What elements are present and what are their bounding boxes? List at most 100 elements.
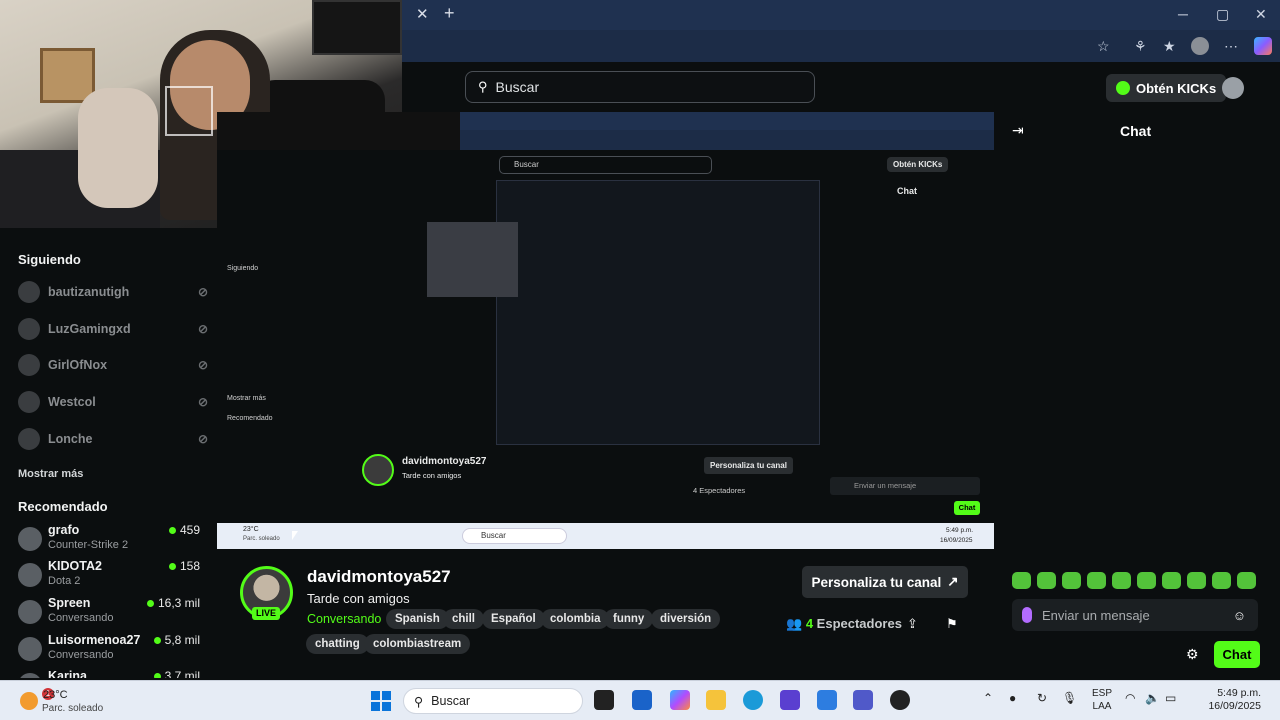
tab-close-icon[interactable]: ✕ (416, 5, 429, 23)
stream-message-box: Enviar un mensaje (830, 477, 980, 495)
edge-dev-icon[interactable] (780, 690, 800, 710)
viewer-count: 459 (169, 523, 200, 537)
recommended-heading: Recomendado (18, 499, 108, 514)
emote[interactable] (1237, 572, 1256, 589)
copilot-app-icon[interactable] (670, 690, 690, 710)
show-more-link[interactable]: Mostrar más (18, 468, 83, 480)
tag-chip[interactable]: chatting (306, 634, 369, 654)
clock-time: 5:49 p.m. (1217, 687, 1261, 699)
nested-webcam (427, 222, 518, 297)
tag-chip[interactable]: colombia (541, 609, 610, 629)
recommended-item[interactable]: Karina 3,7 mil (18, 669, 208, 678)
following-item[interactable]: LuzGamingxd ⊘ (18, 316, 208, 342)
emote[interactable] (1162, 572, 1181, 589)
emote[interactable] (1112, 572, 1131, 589)
stream-taskbar-search: Buscar (462, 528, 567, 544)
extensions-icon[interactable]: ⚘ (1134, 38, 1147, 55)
following-item[interactable]: Westcol ⊘ (18, 389, 208, 415)
battery-icon[interactable]: ▭ (1165, 691, 1176, 705)
channel-category: Conversando (48, 612, 114, 624)
emote[interactable] (1212, 572, 1231, 589)
emote[interactable] (1062, 572, 1081, 589)
copilot-icon[interactable] (1254, 37, 1272, 55)
language-indicator[interactable]: ESP LAA (1091, 687, 1113, 713)
search-input[interactable]: Buscar (496, 79, 540, 95)
chat-settings-gear-icon[interactable]: ⚙ (1186, 646, 1199, 663)
favorites-icon[interactable]: ★ (1163, 38, 1176, 55)
channel-name: Luisormenoa27 (48, 633, 141, 647)
recommended-item[interactable]: grafo Counter-Strike 2 459 (18, 523, 208, 557)
chat-message-input[interactable]: Enviar un mensaje ☺ (1012, 599, 1258, 631)
favorite-star-icon[interactable]: ☆ (1097, 38, 1110, 55)
avatar (18, 391, 40, 413)
file-explorer-icon[interactable] (706, 690, 726, 710)
microphone-icon[interactable] (1022, 607, 1032, 623)
emote[interactable] (1187, 572, 1206, 589)
tag-chip[interactable]: Español (482, 609, 545, 629)
recommended-item[interactable]: KIDOTA2 Dota 2 158 (18, 559, 208, 593)
tag-chip[interactable]: colombiastream (364, 634, 471, 654)
store-icon[interactable] (632, 690, 652, 710)
following-item[interactable]: bautizanutigh ⊘ (18, 279, 208, 305)
channel-name[interactable]: davidmontoya527 (307, 567, 451, 587)
more-menu-icon[interactable]: ⋯ (1224, 38, 1238, 55)
profile-avatar[interactable] (1191, 37, 1209, 55)
following-item[interactable]: Lonche ⊘ (18, 426, 208, 452)
tag-chip[interactable]: Spanish (386, 609, 449, 629)
video-player[interactable]: Buscar Obtén KICKs Chat Siguiendo Mostra… (217, 112, 994, 549)
get-kicks-button[interactable]: Obtén KICKs (1106, 74, 1227, 102)
stream-clock-time: 5:49 p.m. (946, 527, 974, 534)
emote[interactable] (1137, 572, 1156, 589)
volume-icon[interactable]: 🔈 (1145, 691, 1160, 705)
todo-icon[interactable] (817, 690, 837, 710)
following-item[interactable]: GirlOfNox ⊘ (18, 352, 208, 378)
task-view-icon[interactable] (594, 690, 614, 710)
tag-chip[interactable]: chill (443, 609, 485, 629)
new-tab-button[interactable]: + (444, 3, 455, 24)
channel-category: Counter-Strike 2 (48, 539, 129, 551)
stream-kicks-button: Obtén KICKs (887, 157, 949, 172)
weather-widget[interactable]: 1 23°C Parc. soleado (14, 686, 154, 716)
collapse-chat-icon[interactable]: ⇥ (1012, 122, 1024, 139)
wifi-icon[interactable]: ◠ (1125, 691, 1135, 705)
search-bar[interactable]: ⚲ Buscar (465, 71, 815, 103)
stream-weather-temp: 23°C (243, 526, 259, 533)
share-icon[interactable]: ⇪ (907, 616, 918, 632)
follow-user-icon[interactable]: ⚑ (946, 616, 958, 632)
minimize-button[interactable]: ─ (1178, 6, 1188, 22)
offline-icon: ⊘ (197, 285, 208, 299)
emote[interactable] (1087, 572, 1106, 589)
emoji-icon[interactable]: ☺ (1233, 608, 1246, 623)
recommended-item[interactable]: Spreen Conversando 16,3 mil (18, 596, 208, 630)
avatar (18, 527, 42, 551)
taskbar-search[interactable]: ⚲ Buscar (403, 688, 583, 714)
stream-clock-date: 16/09/2025 (940, 537, 973, 544)
stream-customize: Personaliza tu canal (704, 457, 793, 474)
send-chat-button[interactable]: Chat (1214, 641, 1260, 668)
tray-chevron-icon[interactable]: ⌃ (983, 691, 993, 705)
avatar (18, 428, 40, 450)
teams-icon[interactable] (853, 690, 873, 710)
stream-category[interactable]: Conversando (307, 612, 381, 626)
maximize-button[interactable]: ▢ (1216, 6, 1229, 23)
close-window-button[interactable]: ✕ (1255, 6, 1267, 23)
tray-app-icon[interactable]: ● (1009, 691, 1016, 705)
recommended-item[interactable]: Luisormenoa27 Conversando 5,8 mil (18, 633, 208, 667)
recorder-icon[interactable] (890, 690, 910, 710)
lang-top: ESP (1091, 688, 1112, 699)
emote[interactable] (1037, 572, 1056, 589)
tray-mic-icon[interactable]: 🎙 (1062, 691, 1077, 705)
user-avatar[interactable] (1222, 77, 1244, 99)
kicks-icon (1116, 81, 1130, 95)
taskbar-search-placeholder: Buscar (431, 694, 471, 708)
tag-chip[interactable]: funny (604, 609, 654, 629)
viewers-number: 4 (805, 616, 814, 631)
emote[interactable] (1012, 572, 1031, 589)
customize-channel-button[interactable]: Personaliza tu canal ↗ (802, 566, 968, 598)
edge-browser-icon[interactable] (743, 690, 763, 710)
clock[interactable]: 5:49 p.m. 16/09/2025 (1201, 687, 1261, 713)
stream-search: Buscar (499, 156, 712, 174)
tray-sync-icon[interactable]: ↻ (1037, 691, 1047, 705)
start-button[interactable] (371, 691, 391, 711)
tag-chip[interactable]: diversión (651, 609, 721, 629)
